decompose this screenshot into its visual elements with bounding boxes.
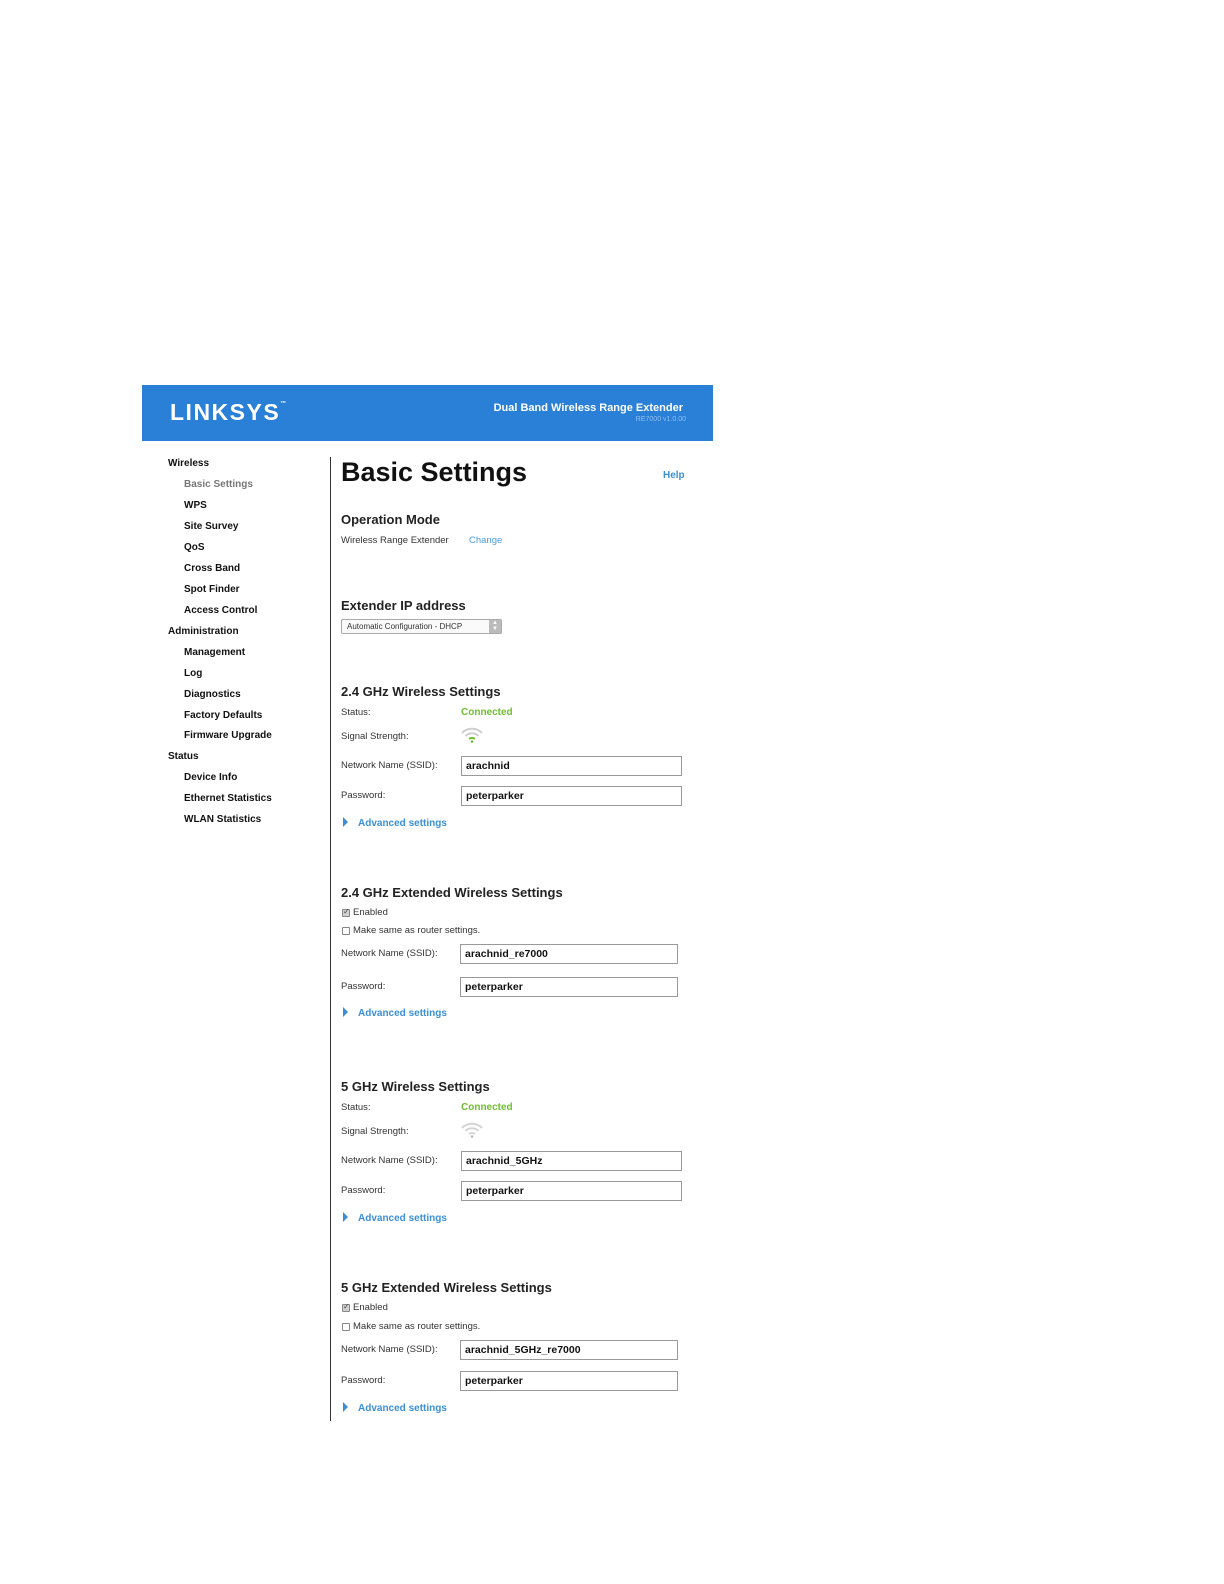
linksys-logo: LINKSYS™ [170, 399, 287, 425]
ghz5-ext-same-label: Make same as router settings. [353, 1321, 481, 1332]
sidebar-item-log[interactable]: Log [184, 668, 202, 679]
ghz24-password-input[interactable]: peterparker [461, 786, 682, 806]
select-arrows-icon: ▲ ▼ [489, 620, 501, 633]
ghz5-ext-advanced-settings-link[interactable]: Advanced settings [343, 1402, 447, 1414]
sidebar-item-firmware-upgrade[interactable]: Firmware Upgrade [184, 730, 272, 741]
sidebar-group-status[interactable]: Status [168, 751, 199, 762]
product-name: Dual Band Wireless Range Extender [493, 402, 683, 414]
sidebar-group-wireless[interactable]: Wireless [168, 458, 209, 469]
ghz24-ssid-input[interactable]: arachnid [461, 756, 682, 776]
ghz24-status-label: Status: [341, 707, 371, 718]
ghz5-heading: 5 GHz Wireless Settings [341, 1079, 490, 1094]
ghz24-ext-heading: 2.4 GHz Extended Wireless Settings [341, 885, 563, 900]
expand-arrow-icon [343, 817, 348, 827]
sidebar-item-access-control[interactable]: Access Control [184, 605, 257, 616]
ghz24-ext-ssid-input[interactable]: arachnid_re7000 [460, 944, 678, 964]
ghz5-password-input[interactable]: peterparker [461, 1181, 682, 1201]
wifi-signal-icon [461, 727, 483, 743]
ghz5-ext-ssid-label: Network Name (SSID): [341, 1344, 438, 1355]
ghz24-status-value: Connected [461, 707, 513, 718]
change-mode-link[interactable]: Change [469, 535, 502, 546]
ghz5-ext-heading: 5 GHz Extended Wireless Settings [341, 1280, 552, 1295]
ghz24-password-label: Password: [341, 790, 386, 801]
ghz5-ssid-label: Network Name (SSID): [341, 1155, 438, 1166]
sidebar-item-factory-defaults[interactable]: Factory Defaults [184, 710, 262, 721]
ghz24-ext-advanced-settings-link[interactable]: Advanced settings [343, 1007, 447, 1019]
ghz24-ext-same-label: Make same as router settings. [353, 925, 481, 936]
ghz5-ssid-input[interactable]: arachnid_5GHz [461, 1151, 682, 1171]
sidebar-item-ethernet-statistics[interactable]: Ethernet Statistics [184, 793, 272, 804]
sidebar-item-diagnostics[interactable]: Diagnostics [184, 689, 241, 700]
ghz24-advanced-settings-link[interactable]: Advanced settings [343, 817, 447, 829]
ghz24-ext-same-checkbox[interactable] [342, 927, 350, 935]
expand-arrow-icon [343, 1007, 348, 1017]
ghz5-password-label: Password: [341, 1185, 386, 1196]
sidebar-item-management[interactable]: Management [184, 647, 245, 658]
sidebar-item-cross-band[interactable]: Cross Band [184, 563, 240, 574]
ghz5-ext-password-label: Password: [341, 1375, 386, 1386]
ghz24-ssid-label: Network Name (SSID): [341, 760, 438, 771]
ghz5-ext-same-checkbox[interactable] [342, 1323, 350, 1331]
ghz5-ext-ssid-input[interactable]: arachnid_5GHz_re7000 [460, 1340, 678, 1360]
ghz5-advanced-settings-link[interactable]: Advanced settings [343, 1212, 447, 1224]
ghz5-ext-password-input[interactable]: peterparker [460, 1371, 678, 1391]
operation-mode-heading: Operation Mode [341, 512, 440, 527]
content-divider [330, 457, 331, 1421]
operation-mode-value: Wireless Range Extender [341, 535, 449, 546]
help-link[interactable]: Help [663, 470, 685, 481]
sidebar-group-administration[interactable]: Administration [168, 626, 239, 637]
router-admin-screenshot: LINKSYS™ Dual Band Wireless Range Extend… [142, 385, 713, 1421]
sidebar-item-site-survey[interactable]: Site Survey [184, 521, 238, 532]
ghz24-ext-password-input[interactable]: peterparker [460, 977, 678, 997]
ip-config-select[interactable]: Automatic Configuration - DHCP ▲ ▼ [341, 619, 502, 634]
ghz24-ext-ssid-label: Network Name (SSID): [341, 948, 438, 959]
expand-arrow-icon [343, 1212, 348, 1222]
sidebar-item-wps[interactable]: WPS [184, 500, 207, 511]
ghz5-status-value: Connected [461, 1102, 513, 1113]
header-bar: LINKSYS™ Dual Band Wireless Range Extend… [142, 385, 713, 441]
ghz5-ext-enabled-checkbox[interactable] [342, 1302, 350, 1312]
wifi-signal-icon [461, 1122, 483, 1138]
ghz5-ext-enabled-label: Enabled [353, 1302, 388, 1313]
ghz5-signal-label: Signal Strength: [341, 1126, 409, 1137]
sidebar-item-device-info[interactable]: Device Info [184, 772, 237, 783]
extender-ip-heading: Extender IP address [341, 598, 466, 613]
ghz24-ext-enabled-checkbox[interactable] [342, 907, 350, 917]
sidebar-item-basic-settings[interactable]: Basic Settings [184, 479, 253, 490]
sidebar-item-spot-finder[interactable]: Spot Finder [184, 584, 240, 595]
ghz24-heading: 2.4 GHz Wireless Settings [341, 684, 501, 699]
model-version: RE7000 v1.0.00 [635, 416, 686, 423]
ghz5-status-label: Status: [341, 1102, 371, 1113]
ghz24-signal-label: Signal Strength: [341, 731, 409, 742]
ghz24-ext-password-label: Password: [341, 981, 386, 992]
sidebar-item-wlan-statistics[interactable]: WLAN Statistics [184, 814, 261, 825]
ghz24-ext-enabled-label: Enabled [353, 907, 388, 918]
expand-arrow-icon [343, 1402, 348, 1412]
page-title: Basic Settings [341, 457, 528, 487]
sidebar-item-qos[interactable]: QoS [184, 542, 205, 553]
